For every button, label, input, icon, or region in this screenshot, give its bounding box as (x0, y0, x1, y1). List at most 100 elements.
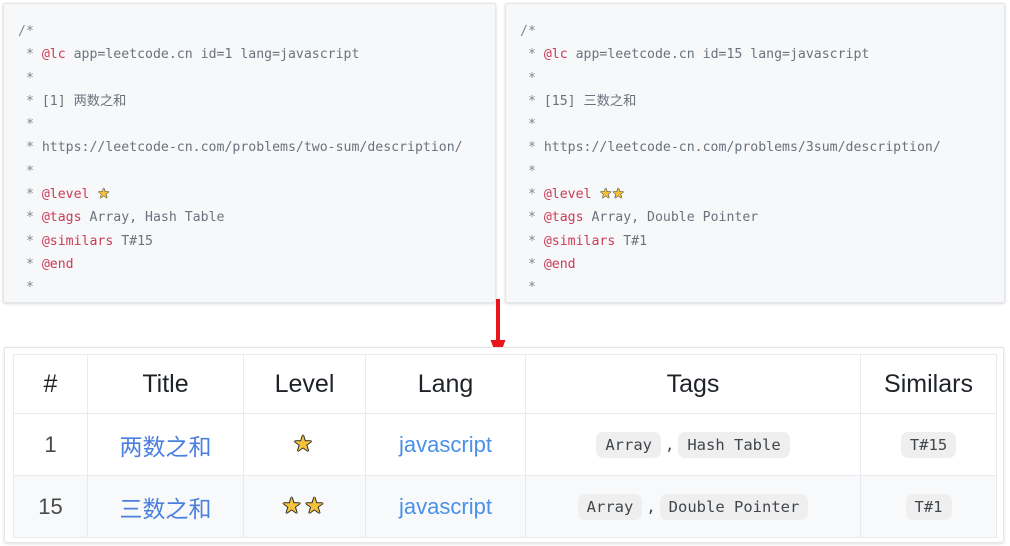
column-header-title[interactable]: Title (87, 354, 244, 414)
code-line: * [1] 两数之和 (18, 90, 495, 113)
code-line: /* (18, 20, 495, 43)
similar-badge[interactable]: T#15 (900, 431, 957, 458)
code-comment-marker: * (520, 117, 536, 133)
code-text: app=leetcode.cn id=15 lang=javascript (567, 47, 870, 63)
code-line: * (520, 276, 1004, 299)
table-body: 1 两数之和 ★ javascript Array, Hash Table T#15 15 三数… (13, 413, 997, 538)
code-text: Array, Double Pointer (583, 210, 759, 226)
problem-title-link[interactable]: 三数之和 (120, 496, 212, 522)
cell-lang[interactable]: javascript (365, 413, 526, 476)
code-panel-two-sum[interactable]: /* * @lc app=leetcode.cn id=1 lang=javas… (3, 3, 496, 303)
code-line: */ (520, 300, 1004, 302)
tag-badge[interactable]: Array (596, 431, 661, 458)
language-link[interactable]: javascript (399, 494, 492, 519)
tag-badge[interactable]: Hash Table (678, 431, 790, 458)
code-line: * @similars T#15 (18, 230, 495, 253)
code-comment-marker: * (18, 93, 42, 109)
table-header: # Title Level Lang Tags Similars (13, 354, 997, 414)
code-annotation-tag: @tags (543, 210, 584, 226)
code-annotation-tag: @level (41, 187, 90, 203)
code-text: https://leetcode-cn.com/problems/3sum/de… (543, 140, 941, 156)
code-line: * [15] 三数之和 (520, 90, 1004, 113)
tag-badge[interactable]: Array (577, 493, 643, 520)
cell-title[interactable]: 三数之和 (87, 475, 244, 538)
code-text: [1] 两数之和 (41, 93, 127, 109)
code-comment-marker: * (18, 280, 34, 296)
cell-title[interactable]: 两数之和 (87, 413, 244, 476)
column-header-num[interactable]: # (13, 354, 88, 414)
column-header-level[interactable]: Level (243, 354, 366, 414)
tag-list: Array, Double Pointer (526, 493, 860, 520)
code-line: * @similars T#1 (520, 230, 1004, 253)
cell-number: 15 (13, 475, 88, 538)
code-line: * https://leetcode-cn.com/problems/two-s… (18, 136, 495, 159)
code-annotation-tag: @level (543, 187, 592, 203)
code-line: * (18, 276, 495, 299)
code-line: * (520, 160, 1004, 183)
code-comment-marker: * (520, 140, 544, 156)
code-panel-body: /* * @lc app=leetcode.cn id=15 lang=java… (506, 4, 1004, 302)
code-line: * @level ★★ (520, 183, 1004, 206)
code-annotation-tag: @end (543, 256, 576, 272)
code-annotation-tag: @end (41, 256, 74, 272)
code-text: [15] 三数之和 (543, 93, 637, 109)
table-row[interactable]: 1 两数之和 ★ javascript Array, Hash Table T#15 (13, 413, 997, 476)
problem-title-link[interactable]: 两数之和 (120, 434, 212, 460)
code-panel-3sum[interactable]: /* * @lc app=leetcode.cn id=15 lang=java… (505, 3, 1005, 303)
results-table-card: # Title Level Lang Tags Similars 1 两数之和 ★ j… (4, 347, 1004, 543)
cell-lang[interactable]: javascript (365, 475, 526, 538)
code-annotation-tag: @tags (41, 210, 82, 226)
code-comment-marker: * (520, 256, 544, 272)
cell-tags: Array, Hash Table (525, 413, 861, 476)
code-comment-marker: /* (18, 24, 34, 39)
code-text: T#1 (615, 233, 648, 249)
tag-badge[interactable]: Double Pointer (659, 493, 809, 520)
similars-list: T#1 (861, 493, 996, 520)
code-line: * https://leetcode-cn.com/problems/3sum/… (520, 136, 1004, 159)
code-line: * (18, 67, 495, 90)
code-line: * @tags Array, Hash Table (18, 206, 495, 229)
code-comment-marker: * (18, 163, 34, 179)
code-comment-marker: * (18, 117, 34, 133)
problems-table: # Title Level Lang Tags Similars 1 两数之和 ★ j… (13, 354, 997, 538)
code-comment-marker: * (520, 280, 536, 296)
star-icon: ★ (97, 186, 110, 203)
code-comment-marker: * (18, 256, 42, 272)
tag-list: Array, Hash Table (526, 431, 860, 458)
code-comment-marker: * (18, 210, 42, 226)
tag-separator: , (646, 497, 656, 516)
cell-level: ★ (243, 413, 366, 476)
code-comment-marker: * (520, 47, 544, 63)
code-line: * @level ★ (18, 183, 495, 206)
code-text: Array, Hash Table (81, 210, 225, 226)
language-link[interactable]: javascript (399, 432, 492, 457)
tag-separator: , (665, 435, 675, 454)
code-line: * (18, 113, 495, 136)
code-comment-marker: * (18, 47, 42, 63)
code-annotation-tag: @lc (41, 47, 66, 63)
code-line: * @lc app=leetcode.cn id=15 lang=javascr… (520, 43, 1004, 66)
code-line: * (18, 160, 495, 183)
column-header-tags[interactable]: Tags (525, 354, 861, 414)
column-header-similars[interactable]: Similars (860, 354, 997, 414)
similar-badge[interactable]: T#1 (905, 493, 952, 520)
code-line: /* (520, 20, 1004, 43)
code-line: * @lc app=leetcode.cn id=1 lang=javascri… (18, 43, 495, 66)
difficulty-stars-icon: ★ (293, 432, 316, 457)
code-comment-marker: * (520, 210, 544, 226)
code-text: https://leetcode-cn.com/problems/two-sum… (41, 140, 463, 156)
code-line: * (520, 113, 1004, 136)
code-text: T#15 (113, 233, 153, 249)
difficulty-stars-icon: ★★ (281, 494, 328, 519)
code-line: * (520, 67, 1004, 90)
code-comment-marker: * (520, 93, 544, 109)
table-row[interactable]: 15 三数之和 ★★ javascript Array, Double Pointer T#… (13, 475, 997, 538)
code-comment-marker: * (520, 70, 536, 86)
code-line: * @tags Array, Double Pointer (520, 206, 1004, 229)
code-annotation-tag: @similars (543, 233, 616, 249)
column-header-lang[interactable]: Lang (365, 354, 526, 414)
code-comment-marker: * (18, 187, 42, 203)
page-root: /* * @lc app=leetcode.cn id=1 lang=javas… (0, 0, 1010, 546)
code-comment-marker: * (520, 163, 536, 179)
code-comment-marker: /* (520, 24, 536, 39)
